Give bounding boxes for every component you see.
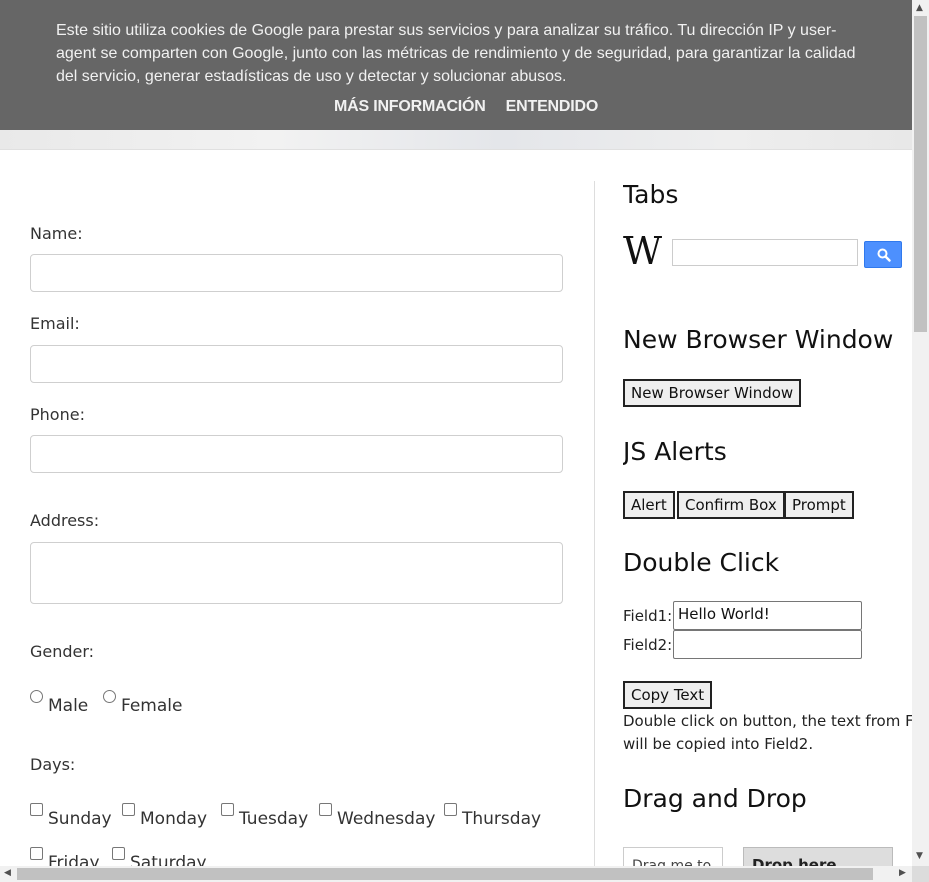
tuesday-checkbox[interactable] xyxy=(221,803,234,816)
wikipedia-search-button[interactable] xyxy=(864,241,902,268)
wikipedia-logo-icon: W xyxy=(623,229,662,273)
wednesday-checkbox[interactable] xyxy=(319,803,332,816)
alert-button[interactable]: Alert xyxy=(623,491,675,519)
horizontal-scrollbar[interactable]: ◀ ▶ xyxy=(0,866,912,882)
scroll-up-icon[interactable]: ▲ xyxy=(916,4,923,13)
scroll-left-icon[interactable]: ◀ xyxy=(4,869,11,878)
days-label: Days: xyxy=(30,755,76,774)
double-click-heading: Double Click xyxy=(623,548,780,577)
droppable-box[interactable]: Drop here xyxy=(743,847,893,866)
scroll-right-icon[interactable]: ▶ xyxy=(899,869,906,878)
new-browser-window-button[interactable]: New Browser Window xyxy=(623,379,802,407)
email-input[interactable] xyxy=(30,345,563,383)
field2-label: Field2: xyxy=(623,636,673,654)
gender-label: Gender: xyxy=(30,642,95,661)
copy-text-button[interactable]: Copy Text xyxy=(623,681,713,709)
sunday-checkbox[interactable] xyxy=(30,803,43,816)
confirm-box-button[interactable]: Confirm Box xyxy=(677,491,785,519)
day-option-thursday[interactable]: Thursday xyxy=(444,803,542,829)
scrollbar-corner xyxy=(912,866,929,882)
js-alerts-heading: JS Alerts xyxy=(623,437,727,466)
horizontal-scroll-thumb[interactable] xyxy=(17,868,873,880)
draggable-box[interactable]: Drag me to xyxy=(623,847,723,866)
accept-cookies-link[interactable]: ENTENDIDO xyxy=(506,98,599,116)
friday-checkbox[interactable] xyxy=(30,847,43,860)
day-option-wednesday[interactable]: Wednesday xyxy=(319,803,436,829)
column-divider xyxy=(594,181,595,871)
new-window-heading: New Browser Window xyxy=(623,325,894,354)
day-option-tuesday[interactable]: Tuesday xyxy=(221,803,309,829)
vertical-scrollbar[interactable]: ▲ ▼ xyxy=(912,0,929,866)
copy-desc-line-2: will be copied into Field2. xyxy=(623,735,814,753)
search-icon xyxy=(877,248,891,262)
prompt-button[interactable]: Prompt xyxy=(784,491,854,519)
saturday-checkbox[interactable] xyxy=(112,847,125,860)
day-option-monday[interactable]: Monday xyxy=(122,803,208,829)
tuesday-label: Tuesday xyxy=(239,809,309,829)
field1-input[interactable]: Hello World! xyxy=(673,601,862,630)
more-info-link[interactable]: MÁS INFORMACIÓN xyxy=(334,98,486,116)
field2-input[interactable] xyxy=(673,630,862,659)
copy-desc-line-1: Double click on button, the text from Fi… xyxy=(623,712,913,730)
sunday-label: Sunday xyxy=(48,809,112,829)
name-label: Name: xyxy=(30,224,83,243)
gender-option-female[interactable]: Female xyxy=(103,690,183,716)
vertical-scroll-thumb[interactable] xyxy=(914,16,927,332)
gender-option-male[interactable]: Male xyxy=(30,690,89,716)
address-textarea[interactable] xyxy=(30,542,563,604)
day-option-sunday[interactable]: Sunday xyxy=(30,803,112,829)
male-label: Male xyxy=(48,696,89,716)
thursday-label: Thursday xyxy=(462,809,542,829)
phone-label: Phone: xyxy=(30,405,85,424)
thursday-checkbox[interactable] xyxy=(444,803,457,816)
male-radio[interactable] xyxy=(30,690,43,703)
monday-checkbox[interactable] xyxy=(122,803,135,816)
phone-input[interactable] xyxy=(30,435,563,473)
name-input[interactable] xyxy=(30,254,563,292)
female-radio[interactable] xyxy=(103,690,116,703)
copy-text-description: Double click on button, the text from Fi… xyxy=(623,710,913,756)
email-label: Email: xyxy=(30,314,80,333)
sidebar: Tabs W New Browser Window New Browser Wi… xyxy=(623,0,913,866)
field1-label: Field1: xyxy=(623,607,673,625)
monday-label: Monday xyxy=(140,809,208,829)
drag-drop-heading: Drag and Drop xyxy=(623,784,807,813)
female-label: Female xyxy=(121,696,183,716)
address-label: Address: xyxy=(30,511,100,530)
cookie-actions: MÁS INFORMACIÓN ENTENDIDO xyxy=(334,98,598,116)
tabs-heading: Tabs xyxy=(623,180,679,209)
scroll-down-icon[interactable]: ▼ xyxy=(916,852,923,861)
wednesday-label: Wednesday xyxy=(337,809,436,829)
wikipedia-search-input[interactable] xyxy=(672,239,858,266)
